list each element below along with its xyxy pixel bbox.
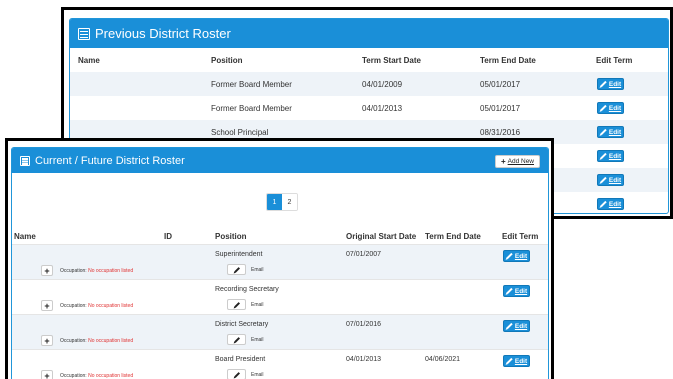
email-group: Email [227, 264, 264, 275]
table-row: Former Board Member 04/01/2009 05/01/201… [70, 72, 668, 96]
position-cell: Former Board Member [211, 80, 292, 89]
occupation-text: Occupation: No occupation listed [60, 268, 134, 274]
pencil-icon [600, 176, 607, 184]
occupation-text: Occupation: No occupation listed [60, 303, 134, 309]
current-roster-window: Current / Future District Roster + Add N… [5, 138, 554, 379]
table-row: Former Board Member 04/01/2013 05/01/201… [70, 96, 668, 120]
plus-icon: + [44, 265, 50, 276]
pencil-icon [600, 200, 607, 208]
col-edit-term: Edit Term [502, 232, 539, 241]
add-new-button[interactable]: + Add New [494, 155, 540, 168]
pencil-icon [506, 322, 513, 330]
pencil-icon [233, 301, 240, 308]
col-original-start: Original Start Date [346, 232, 417, 241]
start-date-cell: 04/01/2013 [362, 104, 403, 113]
edit-term-button[interactable]: Edit [503, 355, 530, 367]
edit-term-button[interactable]: Edit [503, 285, 530, 297]
col-term-end: Term End Date [480, 56, 536, 65]
edit-term-button[interactable]: Edit [597, 126, 624, 138]
previous-roster-header: Previous District Roster [70, 19, 668, 48]
previous-roster-title: Previous District Roster [95, 26, 231, 41]
list-icon [20, 155, 30, 166]
end-date-cell: 08/31/2016 [480, 128, 521, 137]
pencil-icon [600, 104, 607, 112]
col-edit-term: Edit Term [596, 56, 633, 65]
edit-term-button[interactable]: Edit [597, 198, 624, 210]
end-date-cell: 05/01/2017 [480, 80, 521, 89]
pencil-icon [233, 371, 240, 378]
col-id: ID [164, 232, 172, 241]
occupation-text: Occupation: No occupation listed [60, 338, 134, 344]
plus-icon: + [500, 156, 506, 166]
plus-icon: + [44, 370, 50, 379]
start-date-cell: 04/01/2009 [362, 80, 403, 89]
email-group: Email [227, 299, 264, 310]
position-cell: District Secretary [215, 321, 269, 328]
pencil-icon [506, 252, 513, 260]
start-date-cell: 07/01/2007 [346, 251, 382, 258]
expand-plus-button[interactable]: + [41, 370, 53, 379]
table-row: District Secretary 07/01/2016 Edit + Occ… [12, 314, 548, 349]
previous-roster-table-header: Name Position Term Start Date Term End D… [70, 48, 668, 72]
edit-email-button[interactable] [227, 264, 246, 275]
page-button-1[interactable]: 1 [267, 194, 282, 210]
position-cell: Board President [215, 356, 266, 363]
start-date-cell: 04/01/2013 [346, 356, 382, 363]
expand-plus-button[interactable]: + [41, 335, 53, 346]
edit-term-button[interactable]: Edit [597, 150, 624, 162]
table-row: Recording Secretary Edit + Occupation: N… [12, 279, 548, 314]
edit-term-button[interactable]: Edit [597, 102, 624, 114]
position-cell: Recording Secretary [215, 286, 279, 293]
position-cell: Superintendent [215, 251, 263, 258]
list-icon [78, 27, 90, 40]
page-button-2[interactable]: 2 [282, 194, 297, 210]
position-cell: School Principal [211, 128, 269, 137]
current-roster-panel: Current / Future District Roster + Add N… [11, 147, 549, 379]
col-name: Name [14, 232, 36, 241]
pencil-icon [233, 336, 240, 343]
end-date-cell: 04/06/2021 [425, 356, 461, 363]
col-name: Name [78, 56, 100, 65]
pencil-icon [233, 266, 240, 273]
table-row: Board President 04/01/2013 04/06/2021 Ed… [12, 349, 548, 379]
pagination: 1 2 [266, 193, 298, 211]
current-roster-table-header: Name ID Position Original Start Date Ter… [12, 232, 548, 242]
col-position: Position [215, 232, 247, 241]
edit-term-button[interactable]: Edit [597, 78, 624, 90]
edit-term-button[interactable]: Edit [503, 320, 530, 332]
plus-icon: + [44, 335, 50, 346]
edit-term-button[interactable]: Edit [503, 250, 530, 262]
col-term-end: Term End Date [425, 232, 481, 241]
edit-term-button[interactable]: Edit [597, 174, 624, 186]
end-date-cell: 05/01/2017 [480, 104, 521, 113]
expand-plus-button[interactable]: + [41, 300, 53, 311]
pencil-icon [506, 287, 513, 295]
edit-email-button[interactable] [227, 369, 246, 379]
current-roster-header: Current / Future District Roster + Add N… [12, 148, 548, 173]
pencil-icon [600, 128, 607, 136]
email-group: Email [227, 334, 264, 345]
table-row: Superintendent 07/01/2007 Edit + Occupat… [12, 244, 548, 279]
pencil-icon [600, 152, 607, 160]
current-roster-title: Current / Future District Roster [35, 154, 185, 167]
occupation-text: Occupation: No occupation listed [60, 373, 134, 379]
pencil-icon [600, 80, 607, 88]
email-group: Email [227, 369, 264, 379]
col-term-start: Term Start Date [362, 56, 421, 65]
plus-icon: + [44, 300, 50, 311]
edit-email-button[interactable] [227, 299, 246, 310]
position-cell: Former Board Member [211, 104, 292, 113]
col-position: Position [211, 56, 243, 65]
start-date-cell: 07/01/2016 [346, 321, 382, 328]
pencil-icon [506, 357, 513, 365]
edit-email-button[interactable] [227, 334, 246, 345]
expand-plus-button[interactable]: + [41, 265, 53, 276]
